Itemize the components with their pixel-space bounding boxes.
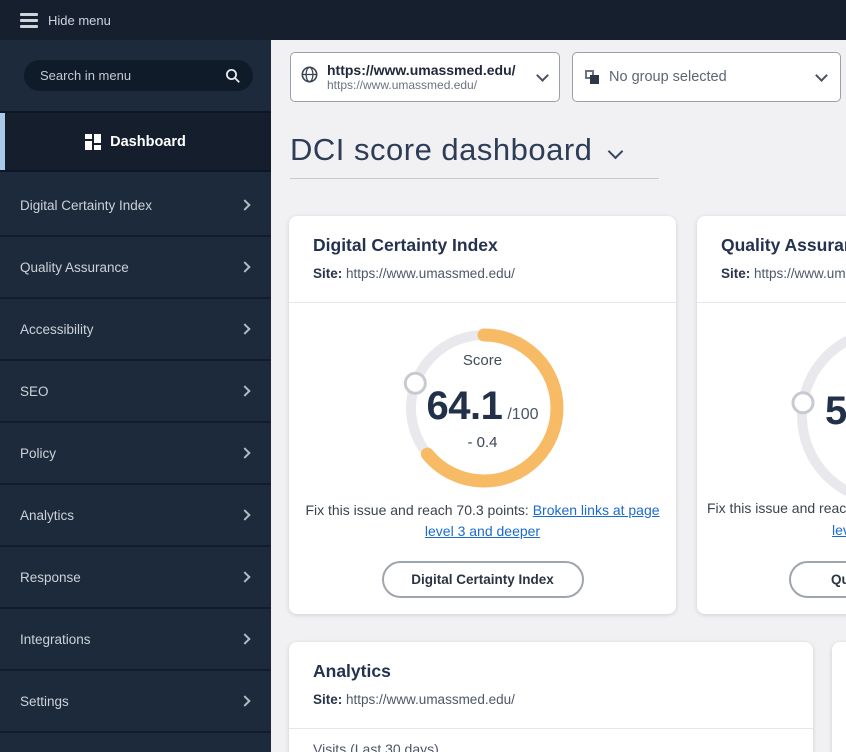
dci-score-card: Digital Certainty Index Site: https://ww… bbox=[289, 216, 676, 614]
chevron-down-icon bbox=[536, 68, 549, 82]
sidebar-menu: Digital Certainty Index Quality Assuranc… bbox=[0, 175, 271, 733]
chevron-down-icon bbox=[815, 68, 828, 82]
chevron-right-icon bbox=[239, 261, 251, 273]
score-value: 64.1 bbox=[426, 384, 503, 428]
chevron-right-icon bbox=[239, 509, 251, 521]
chevron-down-icon bbox=[608, 143, 624, 159]
menu-item-label: SEO bbox=[20, 383, 49, 399]
clipped-card bbox=[832, 642, 846, 752]
top-bar: Hide menu bbox=[0, 0, 846, 40]
analytics-card: Analytics Site: https://www.umassmed.edu… bbox=[289, 642, 813, 752]
sidebar-item-quality-assurance[interactable]: Quality Assurance bbox=[0, 237, 271, 299]
sidebar-item-settings[interactable]: Settings bbox=[0, 671, 271, 733]
fix-issue-link[interactable]: level 3 and deeper bbox=[832, 522, 846, 538]
chevron-right-icon bbox=[239, 633, 251, 645]
visits-metric-label: Visits (Last 30 days) bbox=[313, 741, 439, 752]
card-site-line: Site: https://www.umassmed.edu/ bbox=[313, 692, 515, 707]
score-change: - 0.4 bbox=[467, 434, 498, 451]
page-title: DCI score dashboard bbox=[290, 132, 593, 167]
main-content: https://www.umassmed.edu/ https://www.um… bbox=[271, 40, 846, 752]
sidebar-item-accessibility[interactable]: Accessibility bbox=[0, 299, 271, 361]
dashboard-label: Dashboard bbox=[110, 133, 186, 150]
menu-item-label: Accessibility bbox=[20, 321, 94, 337]
sidebar: Dashboard Digital Certainty Index Qualit… bbox=[0, 40, 271, 752]
fix-link-line2[interactable]: level 3 and deeper bbox=[425, 523, 540, 539]
fix-text: Fix this issue and reach bbox=[707, 500, 846, 516]
menu-item-label: Policy bbox=[20, 445, 57, 461]
chevron-right-icon bbox=[239, 323, 251, 335]
menu-item-label: Quality Assurance bbox=[20, 259, 129, 275]
sidebar-item-digital-certainty-index[interactable]: Digital Certainty Index bbox=[0, 175, 271, 237]
sidebar-item-analytics[interactable]: Analytics bbox=[0, 485, 271, 547]
dci-card-button[interactable]: Digital Certainty Index bbox=[381, 561, 584, 598]
sidebar-item-seo[interactable]: SEO bbox=[0, 361, 271, 423]
card-title: Quality Assurance bbox=[721, 235, 846, 255]
benchmark-marker bbox=[791, 391, 815, 415]
sidebar-item-dashboard[interactable]: Dashboard bbox=[0, 111, 271, 172]
active-item-accent bbox=[0, 113, 5, 170]
chevron-right-icon bbox=[239, 695, 251, 707]
chevron-right-icon bbox=[239, 571, 251, 583]
dashboard-icon bbox=[85, 133, 102, 150]
score-value: 5 bbox=[825, 389, 846, 433]
score-denominator: /100 bbox=[507, 406, 539, 423]
chevron-right-icon bbox=[239, 447, 251, 459]
globe-icon bbox=[301, 66, 318, 88]
card-site-line: Site: https://www.umassmed.edu/ bbox=[721, 266, 846, 281]
sidebar-item-response[interactable]: Response bbox=[0, 547, 271, 609]
site-url: https://www.umassmed.edu/ bbox=[346, 266, 515, 281]
card-site-line: Site: https://www.umassmed.edu/ bbox=[313, 266, 515, 281]
hide-menu-button[interactable]: Hide menu bbox=[20, 7, 111, 33]
sidebar-search[interactable] bbox=[24, 60, 253, 91]
site-selector-title: https://www.umassmed.edu/ bbox=[327, 62, 516, 78]
sidebar-item-integrations[interactable]: Integrations bbox=[0, 609, 271, 671]
card-title: Digital Certainty Index bbox=[313, 235, 498, 255]
menu-item-label: Analytics bbox=[20, 507, 75, 523]
qa-card-button[interactable]: Quality Assurance bbox=[789, 561, 846, 598]
site-selector-dropdown[interactable]: https://www.umassmed.edu/ https://www.um… bbox=[290, 52, 560, 102]
divider bbox=[289, 728, 813, 729]
search-icon[interactable] bbox=[225, 68, 241, 84]
site-label: Site: bbox=[313, 266, 343, 281]
group-selector-dropdown[interactable]: No group selected bbox=[572, 52, 841, 102]
hamburger-icon bbox=[20, 12, 38, 28]
menu-item-label: Response bbox=[20, 569, 81, 585]
site-label: Site: bbox=[313, 692, 343, 707]
site-url: https://www.umassmed.edu/ bbox=[754, 266, 846, 281]
divider bbox=[289, 302, 676, 303]
score-value-row: 64.1 /100 bbox=[289, 384, 676, 429]
group-icon bbox=[585, 70, 599, 84]
fix-text: Fix this issue and reach 70.3 points: bbox=[305, 502, 529, 518]
sidebar-item-policy[interactable]: Policy bbox=[0, 423, 271, 485]
chevron-right-icon bbox=[239, 199, 251, 211]
card-title: Analytics bbox=[313, 661, 391, 681]
chevron-right-icon bbox=[239, 385, 251, 397]
divider bbox=[697, 302, 846, 303]
group-selector-label: No group selected bbox=[609, 69, 727, 85]
menu-item-label: Digital Certainty Index bbox=[20, 197, 153, 213]
site-url: https://www.umassmed.edu/ bbox=[346, 692, 515, 707]
menu-item-label: Settings bbox=[20, 693, 69, 709]
site-selector-subtitle: https://www.umassmed.edu/ bbox=[327, 78, 478, 92]
score-label: Score bbox=[462, 352, 503, 369]
site-label: Site: bbox=[721, 266, 751, 281]
dashboard-title-dropdown[interactable]: DCI score dashboard bbox=[290, 132, 659, 179]
hide-menu-label: Hide menu bbox=[48, 12, 111, 28]
qa-score-card: Quality Assurance Site: https://www.umas… bbox=[697, 216, 846, 614]
search-input[interactable] bbox=[40, 68, 225, 83]
fix-link-line1[interactable]: Broken links at page bbox=[533, 502, 660, 518]
dci-dashboard-page: { "topbar": { "menu_toggle_label": "Hide… bbox=[0, 0, 846, 752]
menu-item-label: Integrations bbox=[20, 631, 91, 647]
fix-issue-text: Fix this issue and reach 70.3 points: Br… bbox=[289, 500, 676, 542]
